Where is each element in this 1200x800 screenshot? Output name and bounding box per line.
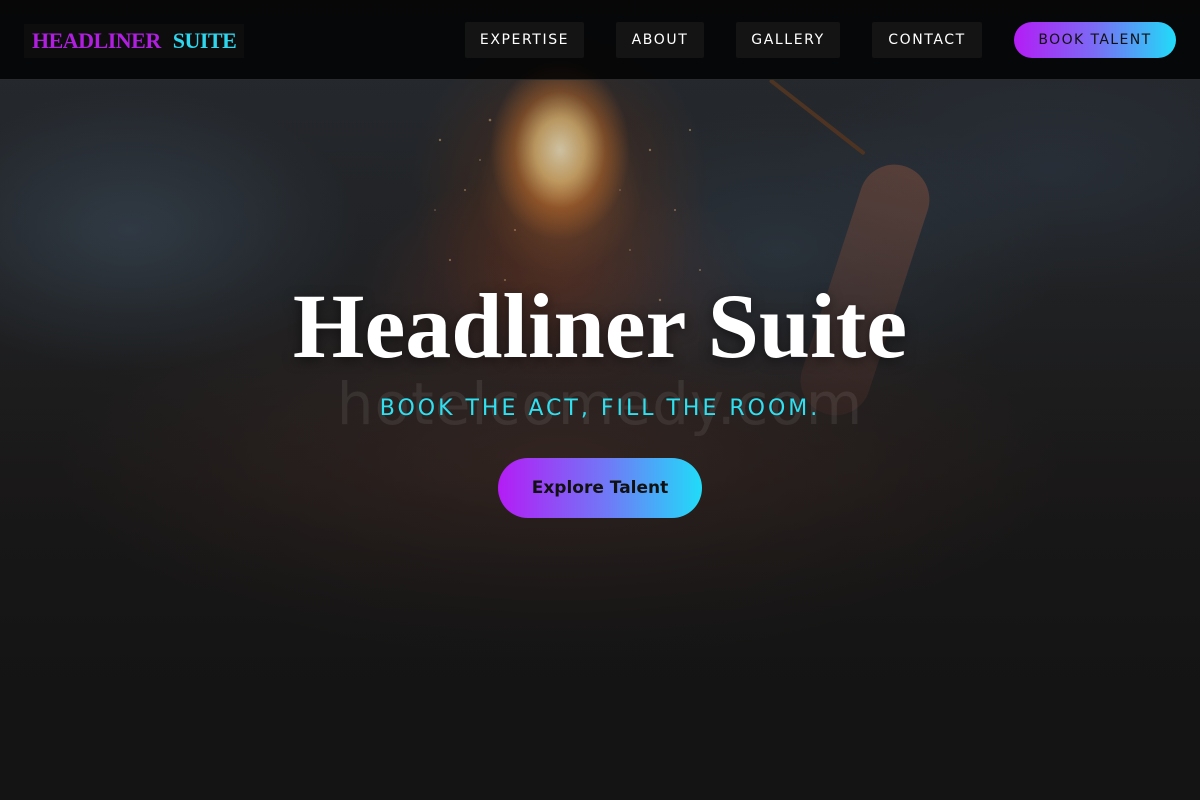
nav-link-contact[interactable]: CONTACT bbox=[872, 22, 982, 58]
book-talent-button[interactable]: BOOK TALENT bbox=[1014, 22, 1176, 58]
nav-link-expertise[interactable]: EXPERTISE bbox=[465, 22, 584, 58]
brand-logo[interactable]: HEADLINER SUITE bbox=[24, 24, 245, 58]
top-navbar: HEADLINER SUITE EXPERTISE ABOUT GALLERY … bbox=[0, 0, 1200, 80]
hero-title: Headliner Suite bbox=[292, 275, 908, 377]
nav-link-gallery[interactable]: GALLERY bbox=[736, 22, 840, 58]
brand-word-1: HEADLINER bbox=[32, 28, 161, 53]
brand-word-2: SUITE bbox=[172, 28, 237, 53]
hero-tagline: BOOK THE ACT, FILL THE ROOM. bbox=[379, 396, 821, 421]
fire-staff bbox=[768, 78, 866, 156]
nav-link-about[interactable]: ABOUT bbox=[616, 22, 704, 58]
explore-talent-button[interactable]: Explore Talent bbox=[498, 458, 702, 518]
